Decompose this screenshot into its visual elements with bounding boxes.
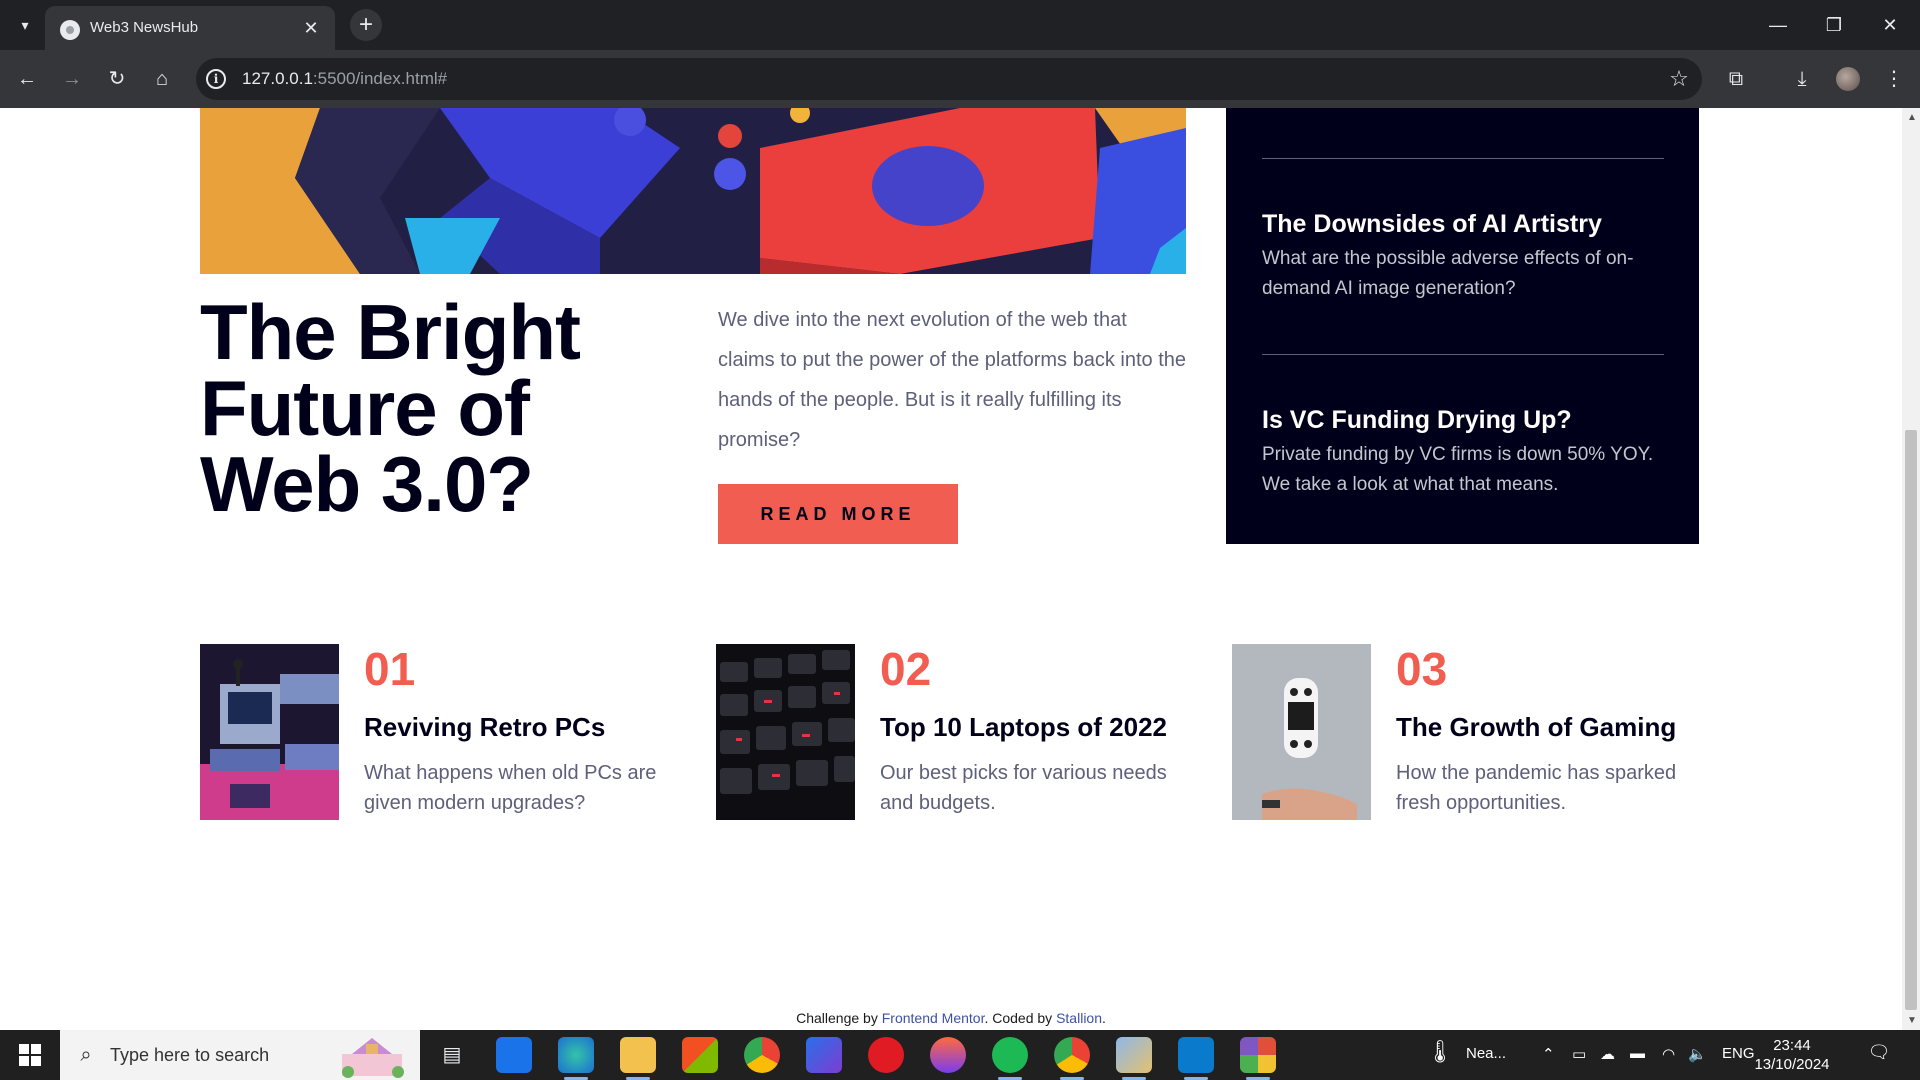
gaming-thumbnail: [1232, 644, 1371, 820]
paint-app-icon[interactable]: [1116, 1037, 1152, 1080]
volume-icon[interactable]: 🔈: [1688, 1045, 1707, 1063]
card-number: 03: [1396, 643, 1448, 695]
bookmark-star-icon[interactable]: ☆: [1666, 66, 1692, 92]
article-card: 02 Top 10 Laptops of 2022 Our best picks…: [716, 643, 1216, 822]
panel-divider: [1262, 158, 1664, 159]
browser-tab[interactable]: Web3 NewsHub ✕: [45, 6, 335, 50]
close-window-icon[interactable]: ✕: [1870, 10, 1910, 40]
hero-title: The Bright Future of Web 3.0?: [200, 288, 581, 528]
hero-image: [200, 108, 1186, 274]
frontend-mentor-link[interactable]: Frontend Mentor: [882, 1010, 985, 1026]
extensions-icon[interactable]: ⧉: [1720, 63, 1752, 95]
edge-app-icon[interactable]: [558, 1037, 594, 1080]
vscode-app-icon[interactable]: [1178, 1037, 1214, 1080]
browser-tab-bar: ▾ Web3 NewsHub ✕ + — ❐ ✕: [0, 0, 1920, 50]
page-viewport: The Bright Future of Web 3.0? We dive in…: [0, 108, 1902, 1030]
battery-icon[interactable]: ▬: [1630, 1045, 1645, 1062]
card-description: How the pandemic has sparked fresh oppor…: [1396, 762, 1677, 814]
panel-item-description: Private funding by VC firms is down 50% …: [1262, 444, 1654, 495]
forward-arrow-icon[interactable]: →: [56, 63, 88, 95]
clock-time: 23:44: [1773, 1037, 1811, 1054]
back-arrow-icon[interactable]: ←: [11, 63, 43, 95]
card-number: 02: [880, 643, 932, 695]
chrome-active-app-icon[interactable]: [1054, 1037, 1090, 1080]
browser-toolbar: ← → ↻ ⌂ i 127.0.0.1:5500/index.html# ☆ ⧉…: [0, 50, 1920, 108]
address-bar[interactable]: i 127.0.0.1:5500/index.html# ☆: [196, 58, 1702, 100]
clock[interactable]: 23:44 13/10/2024: [1752, 1036, 1832, 1074]
chrome-app-icon[interactable]: [744, 1037, 780, 1073]
download-icon[interactable]: ⤓: [1786, 63, 1818, 95]
card-description: What happens when old PCs are given mode…: [364, 762, 657, 814]
notification-icon[interactable]: 🗨: [1866, 1042, 1892, 1068]
task-view-icon[interactable]: ▤: [436, 1039, 468, 1071]
panel-item-title[interactable]: Is VC Funding Drying Up?: [1262, 406, 1572, 435]
tab-favicon-icon: [60, 20, 80, 40]
attribution-suffix: .: [1102, 1010, 1106, 1026]
card-title[interactable]: Top 10 Laptops of 2022: [880, 712, 1167, 743]
card-number: 01: [364, 643, 416, 695]
scroll-up-arrow-icon[interactable]: ▲: [1907, 112, 1917, 123]
windows-taskbar: ⌕ Type here to search ▤ 🌡 Nea... ⌃ ▭ ☁ ▬…: [0, 1030, 1920, 1080]
opera-app-icon[interactable]: [868, 1037, 904, 1073]
tab-title: Web3 NewsHub: [90, 19, 199, 36]
search-placeholder: Type here to search: [110, 1045, 270, 1065]
author-link[interactable]: Stallion: [1056, 1010, 1102, 1026]
wifi-icon[interactable]: ◠: [1662, 1045, 1675, 1063]
mail-app-icon[interactable]: [496, 1037, 532, 1073]
clock-date: 13/10/2024: [1754, 1056, 1830, 1073]
language-indicator[interactable]: ENG: [1722, 1045, 1755, 1062]
restore-icon[interactable]: ❐: [1814, 10, 1854, 40]
spotify-app-icon[interactable]: [992, 1037, 1028, 1080]
home-icon[interactable]: ⌂: [146, 63, 178, 95]
windows-start-icon[interactable]: [0, 1030, 60, 1080]
taskbar-search-input[interactable]: ⌕ Type here to search: [60, 1030, 420, 1080]
git-app-icon[interactable]: [1240, 1037, 1276, 1080]
site-info-icon[interactable]: i: [206, 69, 226, 89]
vertical-scrollbar[interactable]: ▲ ▼: [1902, 108, 1920, 1030]
weather-thermometer-icon[interactable]: 🌡: [1426, 1039, 1454, 1065]
store-app-icon[interactable]: [682, 1037, 718, 1073]
paint-drop-app-icon[interactable]: [930, 1037, 966, 1073]
onedrive-icon[interactable]: ☁: [1600, 1045, 1615, 1063]
article-card: 03 The Growth of Gaming How the pandemic…: [1232, 643, 1732, 822]
menu-dots-icon[interactable]: ⋮: [1878, 63, 1910, 95]
card-description: Our best picks for various needs and bud…: [880, 762, 1167, 814]
tab-search-chevron-icon[interactable]: ▾: [14, 14, 36, 36]
attribution-prefix: Challenge by: [796, 1010, 882, 1026]
file-explorer-icon[interactable]: [620, 1037, 656, 1080]
attribution-middle: . Coded by: [984, 1010, 1057, 1026]
card-title[interactable]: Reviving Retro PCs: [364, 712, 605, 743]
search-icon: ⌕: [80, 1044, 92, 1066]
new-articles-panel: The Downsides of AI Artistry What are th…: [1226, 108, 1699, 544]
tray-chevron-icon[interactable]: ⌃: [1542, 1045, 1555, 1063]
panel-item-title[interactable]: The Downsides of AI Artistry: [1262, 210, 1602, 239]
minimize-icon[interactable]: —: [1758, 10, 1798, 40]
search-highlight-illustration: [342, 1038, 404, 1078]
weather-text[interactable]: Nea...: [1466, 1045, 1506, 1062]
article-card: 01 Reviving Retro PCs What happens when …: [200, 643, 700, 822]
tab-close-icon[interactable]: ✕: [299, 16, 323, 40]
reload-icon[interactable]: ↻: [101, 63, 133, 95]
retro-pcs-thumbnail: [200, 644, 339, 820]
panel-item-description: What are the possible adverse effects of…: [1262, 248, 1634, 299]
card-title[interactable]: The Growth of Gaming: [1396, 712, 1676, 743]
url-text[interactable]: 127.0.0.1:5500/index.html#: [242, 69, 447, 89]
panel-divider: [1262, 354, 1664, 355]
scroll-thumb[interactable]: [1905, 430, 1917, 1010]
meet-now-icon[interactable]: ▭: [1572, 1045, 1586, 1063]
attribution: Challenge by Frontend Mentor. Coded by S…: [0, 1010, 1902, 1026]
scroll-down-arrow-icon[interactable]: ▼: [1907, 1015, 1917, 1026]
hero-description: We dive into the next evolution of the w…: [718, 309, 1187, 451]
read-more-button[interactable]: READ MORE: [718, 484, 958, 544]
profile-avatar[interactable]: [1836, 67, 1860, 91]
laptops-thumbnail: [716, 644, 855, 820]
copilot-app-icon[interactable]: [806, 1037, 842, 1073]
new-tab-button[interactable]: +: [350, 9, 382, 41]
